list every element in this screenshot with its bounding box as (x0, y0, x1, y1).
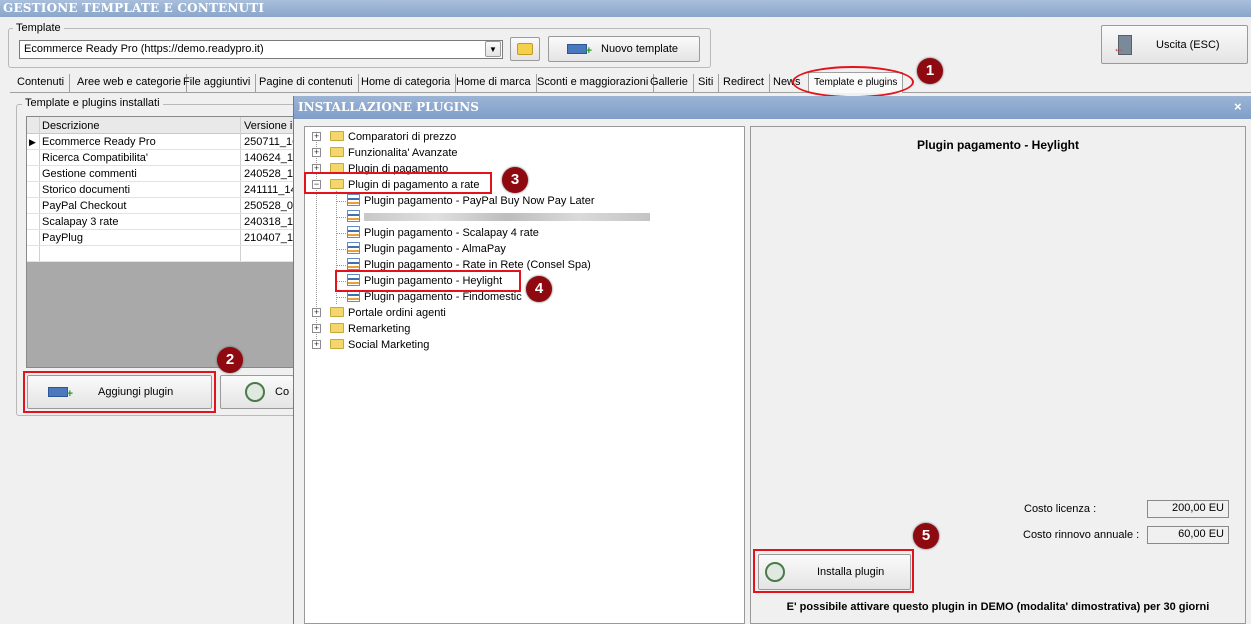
table-row[interactable]: PayPlug 210407_11 (27, 230, 294, 246)
tab-home-marca[interactable]: Home di marca (451, 74, 537, 92)
template-select[interactable]: Ecommerce Ready Pro (https://demo.readyp… (19, 40, 503, 59)
row-description: PayPal Checkout (42, 200, 127, 212)
demo-note: E' possibile attivare questo plugin in D… (786, 601, 1210, 613)
license-cost-label: Costo licenza : (1024, 503, 1097, 515)
plugin-tree: + Comparatori di prezzo + Funzionalita' Av… (304, 126, 745, 624)
row-version: 241111_14 (244, 184, 294, 196)
plugin-icon (347, 226, 360, 239)
tree-node-paypal[interactable]: Plugin pagamento - PayPal Buy Now Pay La… (347, 193, 595, 209)
table-row[interactable]: Ricerca Compatibilita' 140624_14 (27, 150, 294, 166)
window-title: GESTIONE TEMPLATE E CONTENUTI (0, 0, 1251, 17)
row-description: Gestione commenti (42, 168, 137, 180)
rate-folder-highlight (304, 172, 492, 194)
renewal-cost-field: 60,00 EU (1147, 526, 1229, 544)
table-row[interactable]: PayPal Checkout 250528_09 (27, 198, 294, 214)
column-versione[interactable]: Versione in (244, 118, 298, 134)
plugin-detail-title: Plugin pagamento - Heylight (916, 138, 1079, 152)
row-version: 250711_16 (244, 136, 294, 148)
folder-icon (330, 307, 344, 318)
installed-table: Descrizione Versione in ▶ Ecommerce Read… (26, 116, 298, 368)
plugin-icon (347, 194, 360, 207)
tab-strip (10, 92, 1251, 93)
folder-icon (330, 339, 344, 350)
table-row[interactable]: Gestione commenti 240528_11 (27, 166, 294, 182)
tree-node-portale[interactable]: + Portale ordini agenti (312, 305, 446, 321)
tab-sconti[interactable]: Sconti e maggiorazioni (532, 74, 655, 92)
tree-node-scalapay[interactable]: Plugin pagamento - Scalapay 4 rate (347, 225, 539, 241)
column-descrizione[interactable]: Descrizione (42, 118, 99, 134)
row-description: Ricerca Compatibilita' (42, 152, 149, 164)
template-dropdown-button[interactable]: ▼ (485, 41, 501, 57)
license-cost-field: 200,00 EU (1147, 500, 1229, 518)
plugin-icon (347, 242, 360, 255)
tree-node-social[interactable]: + Social Marketing (312, 337, 429, 353)
row-version: 210407_11 (244, 232, 294, 244)
exit-door-icon: ← (1113, 34, 1132, 55)
renewal-cost-label: Costo rinnovo annuale : (1023, 529, 1140, 541)
step-badge-3: 3 (502, 167, 528, 193)
table-row[interactable]: Storico documenti 241111_14 (27, 182, 294, 198)
tab-aree-web[interactable]: Aree web e categorie (72, 74, 187, 92)
folder-icon (330, 147, 344, 158)
configure-button[interactable]: Co (220, 375, 294, 409)
dialog-close-button[interactable]: × (1234, 99, 1242, 114)
folder-icon (330, 323, 344, 334)
tree-node-funzionalita[interactable]: + Funzionalita' Avanzate (312, 145, 458, 161)
tab-redirect[interactable]: Redirect (718, 74, 770, 92)
folder-icon (517, 43, 533, 55)
exit-label: Uscita (ESC) (1156, 38, 1220, 51)
tab-highlight-ellipse (792, 66, 914, 98)
installed-group-label: Template e plugins installati (22, 97, 163, 109)
heylight-highlight (335, 270, 521, 292)
tab-pagine-contenuti[interactable]: Pagine di contenuti (254, 74, 359, 92)
row-version: 240528_11 (244, 168, 294, 180)
tab-contenuti[interactable]: Contenuti (12, 74, 71, 92)
install-plugin-highlight (753, 549, 914, 593)
new-template-icon: + (567, 44, 592, 57)
table-row[interactable]: Ecommerce Ready Pro 250711_16 (27, 134, 294, 150)
dialog-title: INSTALLAZIONE PLUGINS (294, 96, 1251, 119)
tab-siti[interactable]: Siti (693, 74, 720, 92)
tree-node-blurred[interactable] (347, 209, 650, 225)
table-row-empty[interactable] (27, 246, 293, 262)
plugin-icon (347, 210, 360, 223)
row-description: Storico documenti (42, 184, 131, 196)
tab-home-categoria[interactable]: Home di categoria (356, 74, 457, 92)
tree-node-remarketing[interactable]: + Remarketing (312, 321, 410, 337)
table-row[interactable]: Scalapay 3 rate 240318_11 (27, 214, 294, 230)
blurred-label (364, 213, 650, 222)
configure-label: Co (275, 386, 290, 398)
template-select-value: Ecommerce Ready Pro (https://demo.readyp… (24, 43, 264, 55)
step-badge-4: 4 (526, 276, 552, 302)
globe-icon (245, 382, 265, 402)
step-badge-2: 2 (217, 347, 243, 373)
folder-icon (330, 131, 344, 142)
row-description: PayPlug (42, 232, 83, 244)
template-group-label: Template (13, 22, 64, 34)
row-version: 140624_14 (244, 152, 294, 164)
new-template-button[interactable]: + Nuovo template (548, 36, 700, 62)
open-folder-button[interactable] (510, 37, 540, 61)
tab-file-aggiuntivi[interactable]: File aggiuntivi (178, 74, 257, 92)
plugin-icon (347, 258, 360, 271)
row-version: 240318_11 (244, 216, 294, 228)
step-badge-1: 1 (917, 58, 943, 84)
tree-node-comparatori[interactable]: + Comparatori di prezzo (312, 129, 456, 145)
step-badge-5: 5 (913, 523, 939, 549)
new-template-label: Nuovo template (601, 43, 679, 55)
row-description: Scalapay 3 rate (42, 216, 119, 228)
row-version: 250528_09 (244, 200, 294, 212)
exit-button[interactable]: ← Uscita (ESC) (1101, 25, 1248, 64)
row-description: Ecommerce Ready Pro (42, 136, 156, 148)
tree-node-almapay[interactable]: Plugin pagamento - AlmaPay (347, 241, 506, 257)
tab-gallerie[interactable]: Gallerie (645, 74, 694, 92)
add-plugin-highlight (23, 371, 216, 413)
